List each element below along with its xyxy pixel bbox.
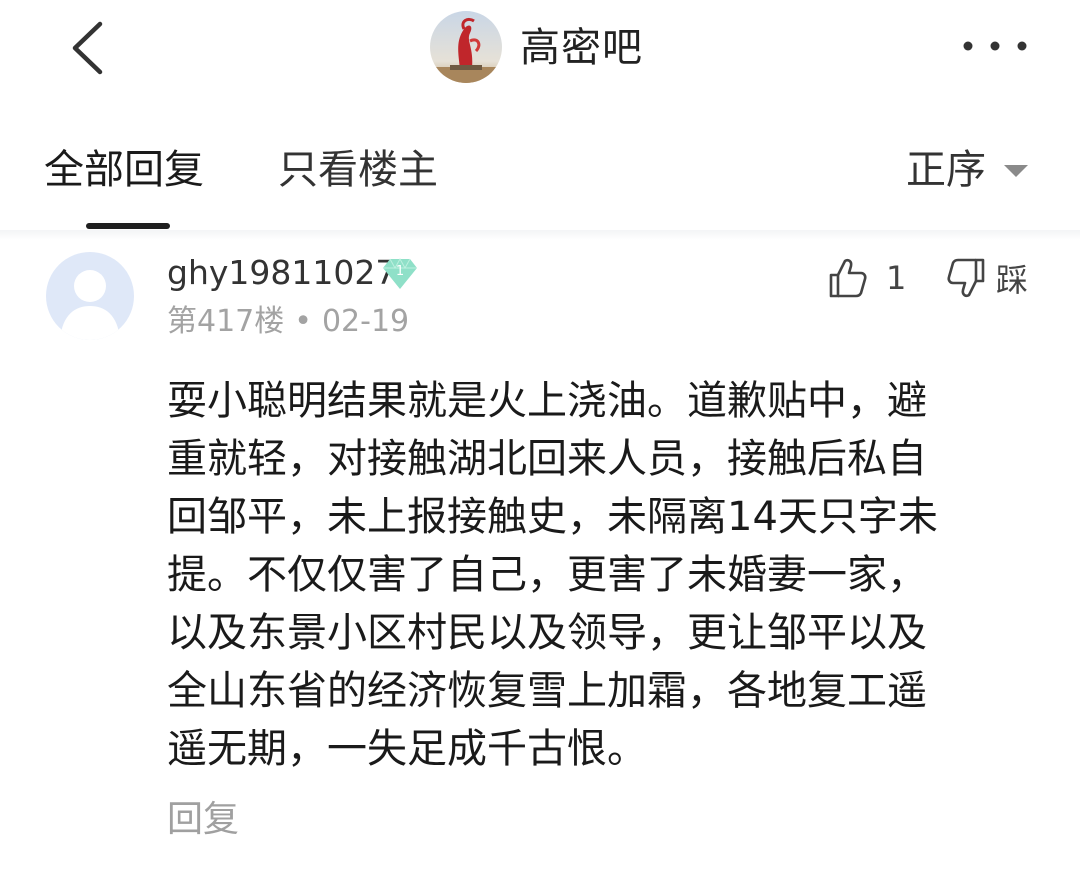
- dislike-label: 踩: [996, 261, 1029, 299]
- dislike-button[interactable]: 踩: [946, 254, 1028, 302]
- reply-button[interactable]: 回复: [167, 794, 239, 846]
- like-button[interactable]: 1: [828, 254, 906, 302]
- caret-down-icon: [1004, 165, 1028, 177]
- thumbs-up-icon: [829, 258, 867, 298]
- chevron-left-icon: [72, 21, 103, 75]
- more-dots-icon: [963, 41, 1027, 51]
- back-button[interactable]: [62, 18, 112, 78]
- like-count: 1: [886, 259, 907, 297]
- more-button[interactable]: [960, 26, 1030, 66]
- post-meta: 第417楼 • 02-19: [167, 302, 409, 342]
- content-line: 耍小聪明结果就是火上浇油。道歉贴中，避: [167, 378, 927, 424]
- active-tab-indicator: [86, 223, 170, 229]
- content-line: 提。不仅仅害了自己，更害了未婚妻一家，: [167, 552, 927, 598]
- post-detail-page: 高密吧 全部回复 只看楼主 正序 ghy19811027 1 第417楼 • 0…: [0, 0, 1080, 879]
- forum-avatar-image: [430, 11, 502, 83]
- level-number: 1: [395, 264, 405, 279]
- content-line: 回邹平，未上报接触史，未隔离14天只字未: [167, 494, 938, 540]
- forum-name[interactable]: 高密吧: [520, 18, 643, 78]
- meta-separator: •: [294, 304, 312, 339]
- sort-order-dropdown[interactable]: 正序: [906, 140, 1028, 200]
- content-line: 重就轻，对接触湖北回来人员，接触后私自: [167, 436, 927, 482]
- default-avatar-icon: [46, 252, 134, 340]
- level-badge: 1: [382, 257, 418, 291]
- content-line: 全山东省的经济恢复雪上加霜，各地复工遥: [167, 668, 927, 714]
- user-avatar[interactable]: [46, 252, 134, 340]
- section-divider: [0, 230, 1080, 240]
- floor-number: 第417楼: [167, 304, 285, 339]
- post-content: 耍小聪明结果就是火上浇油。道歉贴中，避 重就轻，对接触湖北回来人员，接触后私自 …: [167, 372, 1027, 778]
- post-date: 02-19: [321, 304, 410, 339]
- tab-op-only[interactable]: 只看楼主: [278, 140, 438, 200]
- username[interactable]: ghy19811027: [167, 250, 396, 296]
- sort-label: 正序: [906, 147, 986, 193]
- content-line: 遥无期，一失足成千古恨。: [167, 726, 647, 772]
- content-line: 以及东景小区村民以及领导，更让邹平以及: [167, 610, 927, 656]
- tab-all-replies[interactable]: 全部回复: [44, 140, 204, 200]
- forum-avatar[interactable]: [430, 11, 502, 83]
- thumbs-down-icon: [947, 258, 985, 298]
